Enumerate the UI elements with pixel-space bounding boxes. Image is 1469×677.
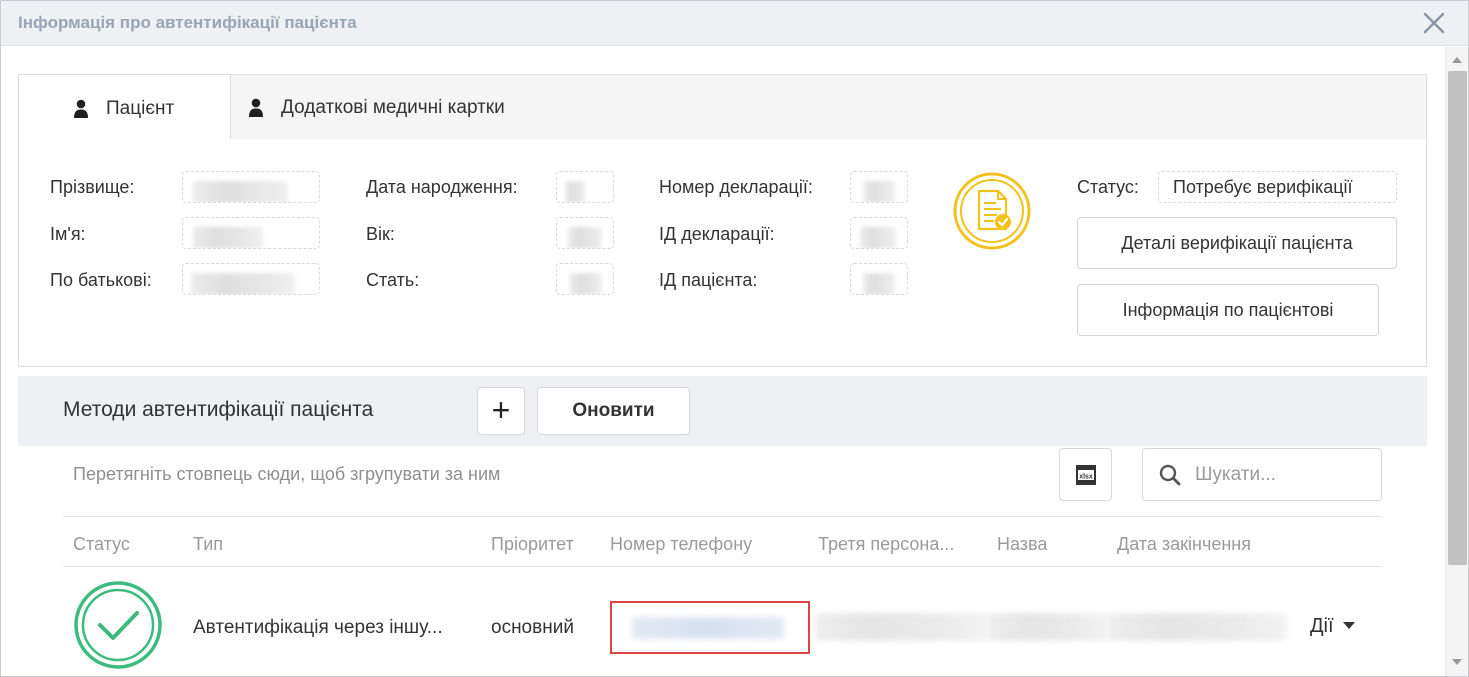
auth-info-dialog: Інформація про автентифікації пацієнта П…: [0, 0, 1469, 677]
cell-type: Автентифікація через іншу...: [193, 617, 443, 638]
phone-highlight-box: [610, 601, 810, 654]
grid-divider: [63, 516, 1382, 517]
name-label: Ім'я:: [50, 224, 86, 244]
person-icon: [249, 98, 263, 117]
tab-patient[interactable]: Пацієнт: [19, 75, 231, 142]
verification-status-value: Потребує верифікації: [1158, 171, 1397, 203]
verification-details-button[interactable]: Деталі верифікації пацієнта: [1077, 217, 1397, 269]
surname-label: Прізвище:: [50, 177, 135, 197]
auth-methods-toolbar: Методи автентифікації пацієнта + Оновити: [18, 376, 1427, 446]
column-header-phone[interactable]: Номер телефону: [610, 534, 752, 555]
verification-document-icon: [953, 172, 1031, 250]
patient-id-value: [850, 263, 908, 295]
dob-value: [556, 171, 614, 203]
column-header-status[interactable]: Статус: [73, 534, 130, 555]
column-header-third-person[interactable]: Третя персона...: [818, 534, 954, 555]
vertical-scrollbar[interactable]: [1445, 47, 1468, 676]
cell-expiry-redacted: [1107, 613, 1287, 641]
status-label: Статус:: [1077, 177, 1139, 197]
tab-additional-medical-cards[interactable]: Додаткові медичні картки: [249, 75, 505, 141]
scroll-thumb[interactable]: [1448, 71, 1467, 565]
declaration-id-value: [850, 217, 908, 249]
tab-label: Додаткові медичні картки: [281, 97, 505, 118]
column-header-priority[interactable]: Пріоритет: [491, 534, 574, 555]
cell-third-person-redacted: [815, 613, 987, 641]
scroll-up-arrow-icon[interactable]: [1452, 57, 1462, 63]
tab-label: Пацієнт: [106, 97, 175, 119]
grid-search[interactable]: [1142, 448, 1382, 501]
column-header-type[interactable]: Тип: [193, 534, 223, 555]
search-input[interactable]: [1195, 461, 1375, 489]
name-value: [182, 217, 320, 249]
tabs-bar: Пацієнт Додаткові медичні картки: [18, 74, 1427, 142]
age-label: Вік:: [366, 224, 395, 244]
add-method-button[interactable]: +: [477, 387, 525, 435]
check-circle-icon: [74, 581, 162, 669]
cell-name-redacted: [987, 613, 1107, 641]
patient-info-button[interactable]: Інформація по пацієнтові: [1077, 284, 1379, 336]
declaration-number-value: [850, 171, 908, 203]
scroll-down-arrow-icon[interactable]: [1452, 659, 1462, 665]
declaration-number-label: Номер декларації:: [659, 177, 813, 197]
sex-value: [556, 263, 614, 295]
column-header-name[interactable]: Назва: [997, 534, 1047, 555]
column-header-expiry-date[interactable]: Дата закінчення: [1117, 534, 1251, 555]
row-actions-dropdown[interactable]: Дії: [1310, 615, 1355, 638]
patient-info-panel: Прізвище: Ім'я: По батькові: Дата народж…: [18, 139, 1427, 367]
patronymic-label: По батькові:: [50, 270, 152, 290]
surname-value: [182, 171, 320, 203]
close-icon[interactable]: [1421, 10, 1447, 36]
person-icon: [74, 99, 88, 118]
sex-label: Стать:: [366, 270, 420, 290]
xlsx-export-icon: xlsx: [1076, 465, 1096, 485]
refresh-button[interactable]: Оновити: [537, 387, 690, 435]
patronymic-value: [182, 263, 320, 295]
search-icon: [1159, 464, 1181, 486]
auth-methods-title: Методи автентифікації пацієнта: [63, 398, 374, 421]
declaration-id-label: ІД декларації:: [659, 224, 775, 244]
caret-down-icon: [1342, 622, 1355, 629]
dialog-title: Інформація про автентифікації пацієнта: [18, 13, 357, 32]
cell-priority: основний: [491, 617, 574, 638]
patient-id-label: ІД пацієнта:: [659, 270, 758, 290]
dialog-titlebar: Інформація про автентифікації пацієнта: [1, 1, 1468, 46]
xlsx-export-button[interactable]: xlsx: [1059, 448, 1112, 501]
svg-text:xlsx: xlsx: [1079, 474, 1093, 481]
cell-phone-redacted: [632, 617, 784, 639]
header-divider: [63, 566, 1382, 567]
dob-label: Дата народження:: [366, 177, 518, 197]
age-value: [556, 217, 614, 249]
group-panel-hint[interactable]: Перетягніть стовпець сюди, щоб згрупуват…: [73, 464, 500, 485]
actions-label: Дії: [1310, 615, 1334, 637]
